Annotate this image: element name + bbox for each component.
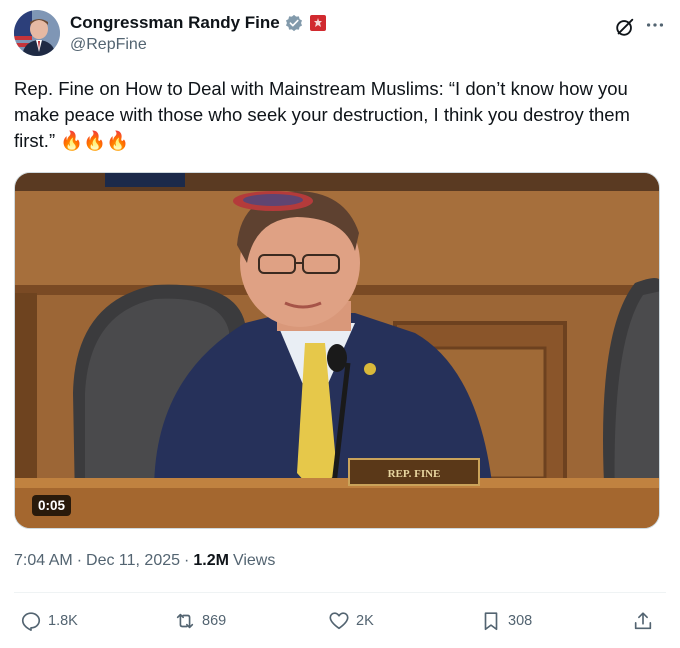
views-count: 1.2M [193, 552, 229, 569]
meta-separator: · [184, 552, 190, 569]
bookmark-count: 308 [508, 613, 533, 629]
house-seal-icon[interactable] [309, 15, 326, 31]
like-button[interactable]: 2K [328, 610, 374, 632]
tweet-header: Congressman Randy Fine @RepFine [14, 10, 666, 60]
meta-separator: · [76, 552, 83, 569]
video-duration: 0:05 [32, 495, 72, 516]
repost-count: 869 [202, 613, 227, 629]
more-options-icon[interactable] [644, 14, 666, 36]
share-button[interactable] [632, 610, 654, 632]
bookmark-button[interactable]: 308 [480, 610, 532, 632]
video-frame: REP. FINE [15, 173, 659, 528]
reply-icon [21, 612, 41, 631]
name-row: Congressman Randy Fine [70, 12, 326, 34]
like-count: 2K [356, 613, 374, 629]
nameplate-text: REP. FINE [388, 468, 441, 480]
tweet-text: Rep. Fine on How to Deal with Mainstream… [14, 78, 630, 151]
heart-icon [329, 612, 349, 630]
divider [14, 592, 666, 593]
bookmark-icon [484, 612, 498, 631]
repost-button[interactable]: 869 [174, 610, 226, 632]
action-bar: 1.8K 869 2K 308 [14, 602, 666, 642]
author-info: Congressman Randy Fine @RepFine [70, 12, 326, 54]
verified-badge-icon[interactable] [285, 14, 303, 32]
video-player[interactable]: REP. FINE 0:05 [14, 172, 660, 529]
post-date[interactable]: Dec 11, 2025 [86, 552, 180, 570]
author-handle[interactable]: @RepFine [70, 36, 326, 54]
reply-button[interactable]: 1.8K [20, 610, 78, 632]
tweet-meta: 7:04 AM · Dec 11, 2025 · 1.2M Views [14, 552, 275, 570]
views-label: Views [232, 552, 276, 569]
grok-icon[interactable] [614, 16, 636, 38]
display-name[interactable]: Congressman Randy Fine [70, 13, 280, 33]
reply-count: 1.8K [48, 613, 78, 629]
repost-icon [176, 613, 194, 629]
share-icon [634, 612, 652, 630]
avatar[interactable] [14, 10, 60, 56]
post-time[interactable]: 7:04 AM [14, 552, 73, 570]
